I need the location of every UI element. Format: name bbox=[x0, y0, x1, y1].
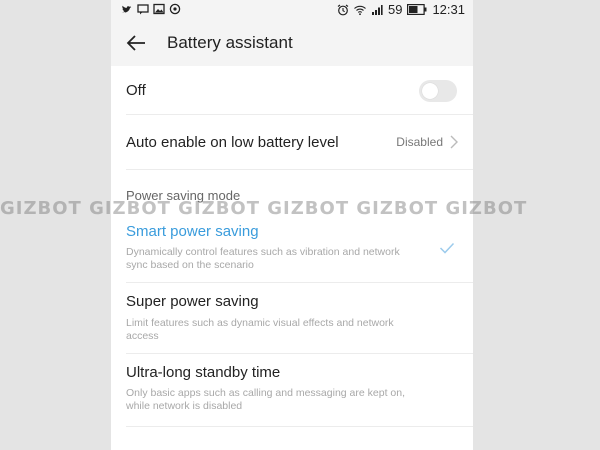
divider bbox=[126, 426, 473, 427]
option-super-power-saving[interactable]: Super power saving Limit features such a… bbox=[111, 283, 473, 353]
phone-screen: 59 12:31 Battery assistant Off Auto enab… bbox=[111, 0, 473, 450]
option-description: Limit features such as dynamic visual ef… bbox=[126, 317, 394, 342]
chevron-right-icon bbox=[450, 135, 458, 149]
option-ultra-long-standby[interactable]: Ultra-long standby time Only basic apps … bbox=[111, 354, 473, 426]
master-toggle-row[interactable]: Off bbox=[111, 66, 473, 114]
toggle-knob bbox=[422, 83, 438, 99]
status-bar: 59 12:31 bbox=[111, 0, 473, 20]
status-right-icons: 59 12:31 bbox=[337, 2, 465, 17]
divider bbox=[126, 169, 473, 170]
master-toggle-label: Off bbox=[126, 82, 146, 99]
option-description: Only basic apps such as calling and mess… bbox=[126, 387, 405, 412]
battery-percent: 59 bbox=[387, 2, 403, 17]
message-icon bbox=[137, 4, 149, 15]
status-time: 12:31 bbox=[432, 2, 465, 17]
option-smart-power-saving[interactable]: Smart power saving Dynamically control f… bbox=[111, 215, 473, 282]
image-icon bbox=[153, 3, 165, 15]
master-toggle-switch[interactable] bbox=[419, 80, 457, 102]
alarm-icon bbox=[337, 4, 349, 15]
app-bar: Battery assistant bbox=[111, 20, 473, 66]
power-saving-section-title: Power saving mode bbox=[126, 188, 241, 203]
auto-enable-row[interactable]: Auto enable on low battery level Disable… bbox=[111, 115, 473, 169]
signal-icon bbox=[371, 4, 383, 15]
wifi-icon bbox=[354, 5, 366, 15]
whatsapp-icon bbox=[169, 3, 181, 15]
status-left-icons bbox=[121, 3, 181, 15]
twitter-icon bbox=[122, 5, 132, 13]
option-title: Ultra-long standby time bbox=[126, 364, 281, 381]
option-title: Super power saving bbox=[126, 293, 259, 310]
back-arrow-icon[interactable] bbox=[125, 32, 147, 54]
auto-enable-label: Auto enable on low battery level bbox=[126, 134, 339, 151]
page-title: Battery assistant bbox=[167, 33, 293, 52]
battery-icon bbox=[407, 4, 427, 15]
option-description: Dynamically control features such as vib… bbox=[126, 246, 400, 271]
option-title: Smart power saving bbox=[126, 223, 259, 240]
auto-enable-value: Disabled bbox=[396, 135, 443, 149]
check-icon bbox=[439, 242, 455, 254]
